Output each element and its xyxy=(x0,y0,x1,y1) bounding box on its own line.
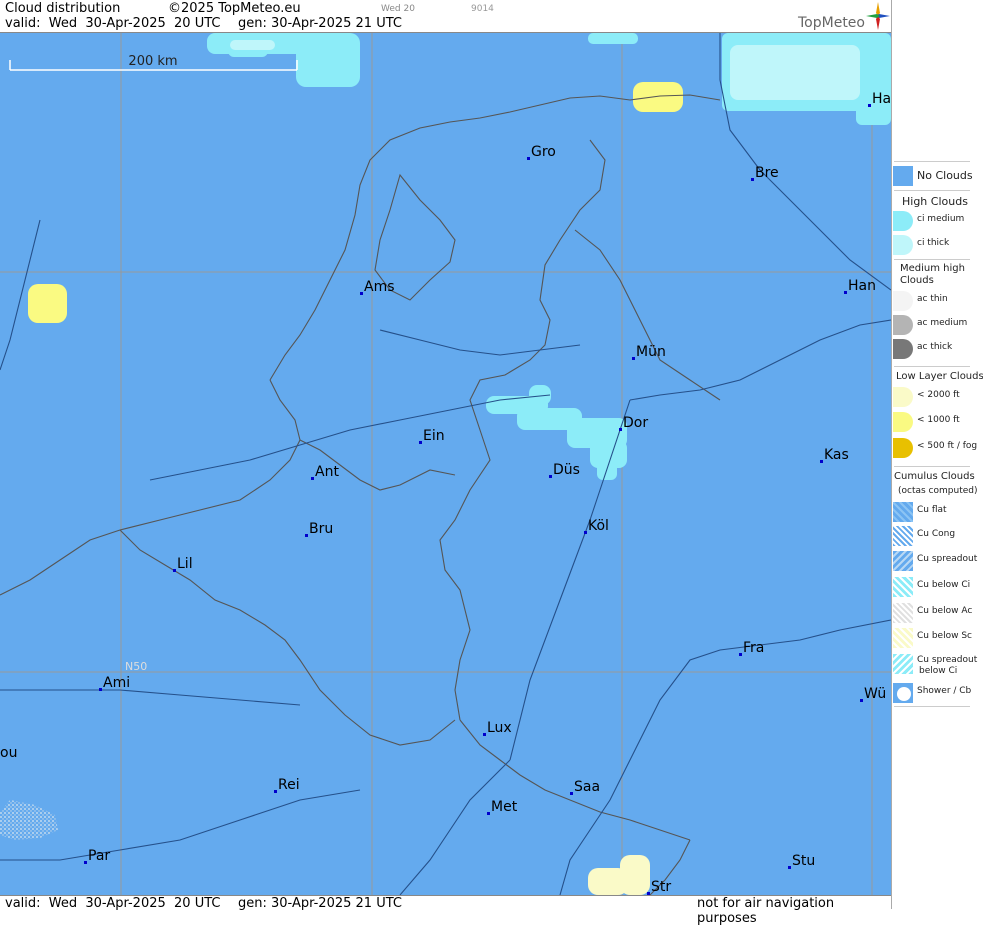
city-label: Saa xyxy=(574,779,600,795)
city-label: Lil xyxy=(177,556,193,572)
city-label: Par xyxy=(88,848,110,864)
city-label: Ha xyxy=(872,91,891,107)
topmeteo-logo: TopMeteo xyxy=(798,15,865,31)
city-label: Gro xyxy=(531,144,556,160)
header-bar: Cloud distribution ©2025 TopMeteo.eu Wed… xyxy=(0,0,891,33)
city-label: Met xyxy=(491,799,518,815)
id-code: 9014 xyxy=(471,4,494,14)
city-label: Bru xyxy=(309,521,333,537)
day-code: Wed 20 xyxy=(381,4,415,14)
compass-star-icon xyxy=(866,2,890,30)
scale-label: 200 km xyxy=(128,54,177,69)
city-label: Köl xyxy=(588,518,609,534)
legend-low-2000: < 2000 ft xyxy=(892,386,983,408)
latitude-label: N50 xyxy=(125,660,147,673)
legend-cu-flat: Cu flat xyxy=(892,501,983,523)
legend-cumulus-heading: Cumulus Clouds xyxy=(894,471,975,482)
legend-ac-thin: ac thin xyxy=(892,290,983,312)
city-label: Stu xyxy=(792,853,815,869)
legend-cu-cong: Cu Cong xyxy=(892,525,983,547)
legend-ac-medium: ac medium xyxy=(892,314,983,336)
legend-cu-spreadout-below-ci: Cu spreadout below Ci xyxy=(892,653,983,681)
legend-ci-medium: ci medium xyxy=(892,210,983,232)
city-label: Ant xyxy=(315,464,339,480)
copyright-text: ©2025 TopMeteo.eu xyxy=(168,1,301,16)
city-label: Str xyxy=(651,879,671,895)
legend-medium-heading: Medium high Clouds xyxy=(900,263,965,286)
map-background xyxy=(0,33,891,895)
city-label: Wü xyxy=(864,686,886,702)
legend-low-heading: Low Layer Clouds xyxy=(896,371,983,382)
navigation-disclaimer: not for air navigation purposes xyxy=(697,896,835,926)
city-label: Rei xyxy=(278,777,300,793)
legend-no-clouds: No Clouds xyxy=(892,165,983,187)
legend-cu-below-ac: Cu below Ac xyxy=(892,602,983,624)
city-label: Mün xyxy=(636,344,666,360)
generated-time: gen: 30-Apr-2025 21 UTC xyxy=(238,16,402,31)
map-title: Cloud distribution xyxy=(5,1,121,16)
city-label: Dor xyxy=(623,415,648,431)
footer-bar: valid: Wed 30-Apr-2025 20 UTC gen: 30-Ap… xyxy=(0,895,891,926)
city-label: Bre xyxy=(755,165,779,181)
legend-high-heading: High Clouds xyxy=(902,195,968,208)
legend-low-1000: < 1000 ft xyxy=(892,411,983,433)
legend-panel: No Clouds High Clouds ci medium ci thick… xyxy=(891,0,983,909)
legend-ci-thick: ci thick xyxy=(892,234,983,256)
legend-low-500: < 500 ft / fog xyxy=(892,437,983,459)
legend-cu-below-sc: Cu below Sc xyxy=(892,627,983,649)
cloud-map: 200 km N50 Gro Bre Ha Ams Han Mün Dor Ei… xyxy=(0,33,891,895)
legend-cu-spreadout: Cu spreadout xyxy=(892,550,983,572)
city-label: Ams xyxy=(364,279,395,295)
legend-ac-thick: ac thick xyxy=(892,338,983,360)
city-label: Ami xyxy=(103,675,130,691)
city-label: Kas xyxy=(824,447,849,463)
city-label: Ein xyxy=(423,428,445,444)
legend-cu-below-ci: Cu below Ci xyxy=(892,576,983,598)
city-label: Düs xyxy=(553,462,580,478)
city-label: Lux xyxy=(487,720,512,736)
valid-time: valid: Wed 30-Apr-2025 20 UTC xyxy=(5,16,221,31)
city-label: Fra xyxy=(743,640,764,656)
city-label: ou xyxy=(0,745,17,761)
legend-shower-cb: Shower / Cb xyxy=(892,682,983,704)
city-label: Han xyxy=(848,278,876,294)
legend-cumulus-sub: (octas computed) xyxy=(898,486,978,496)
